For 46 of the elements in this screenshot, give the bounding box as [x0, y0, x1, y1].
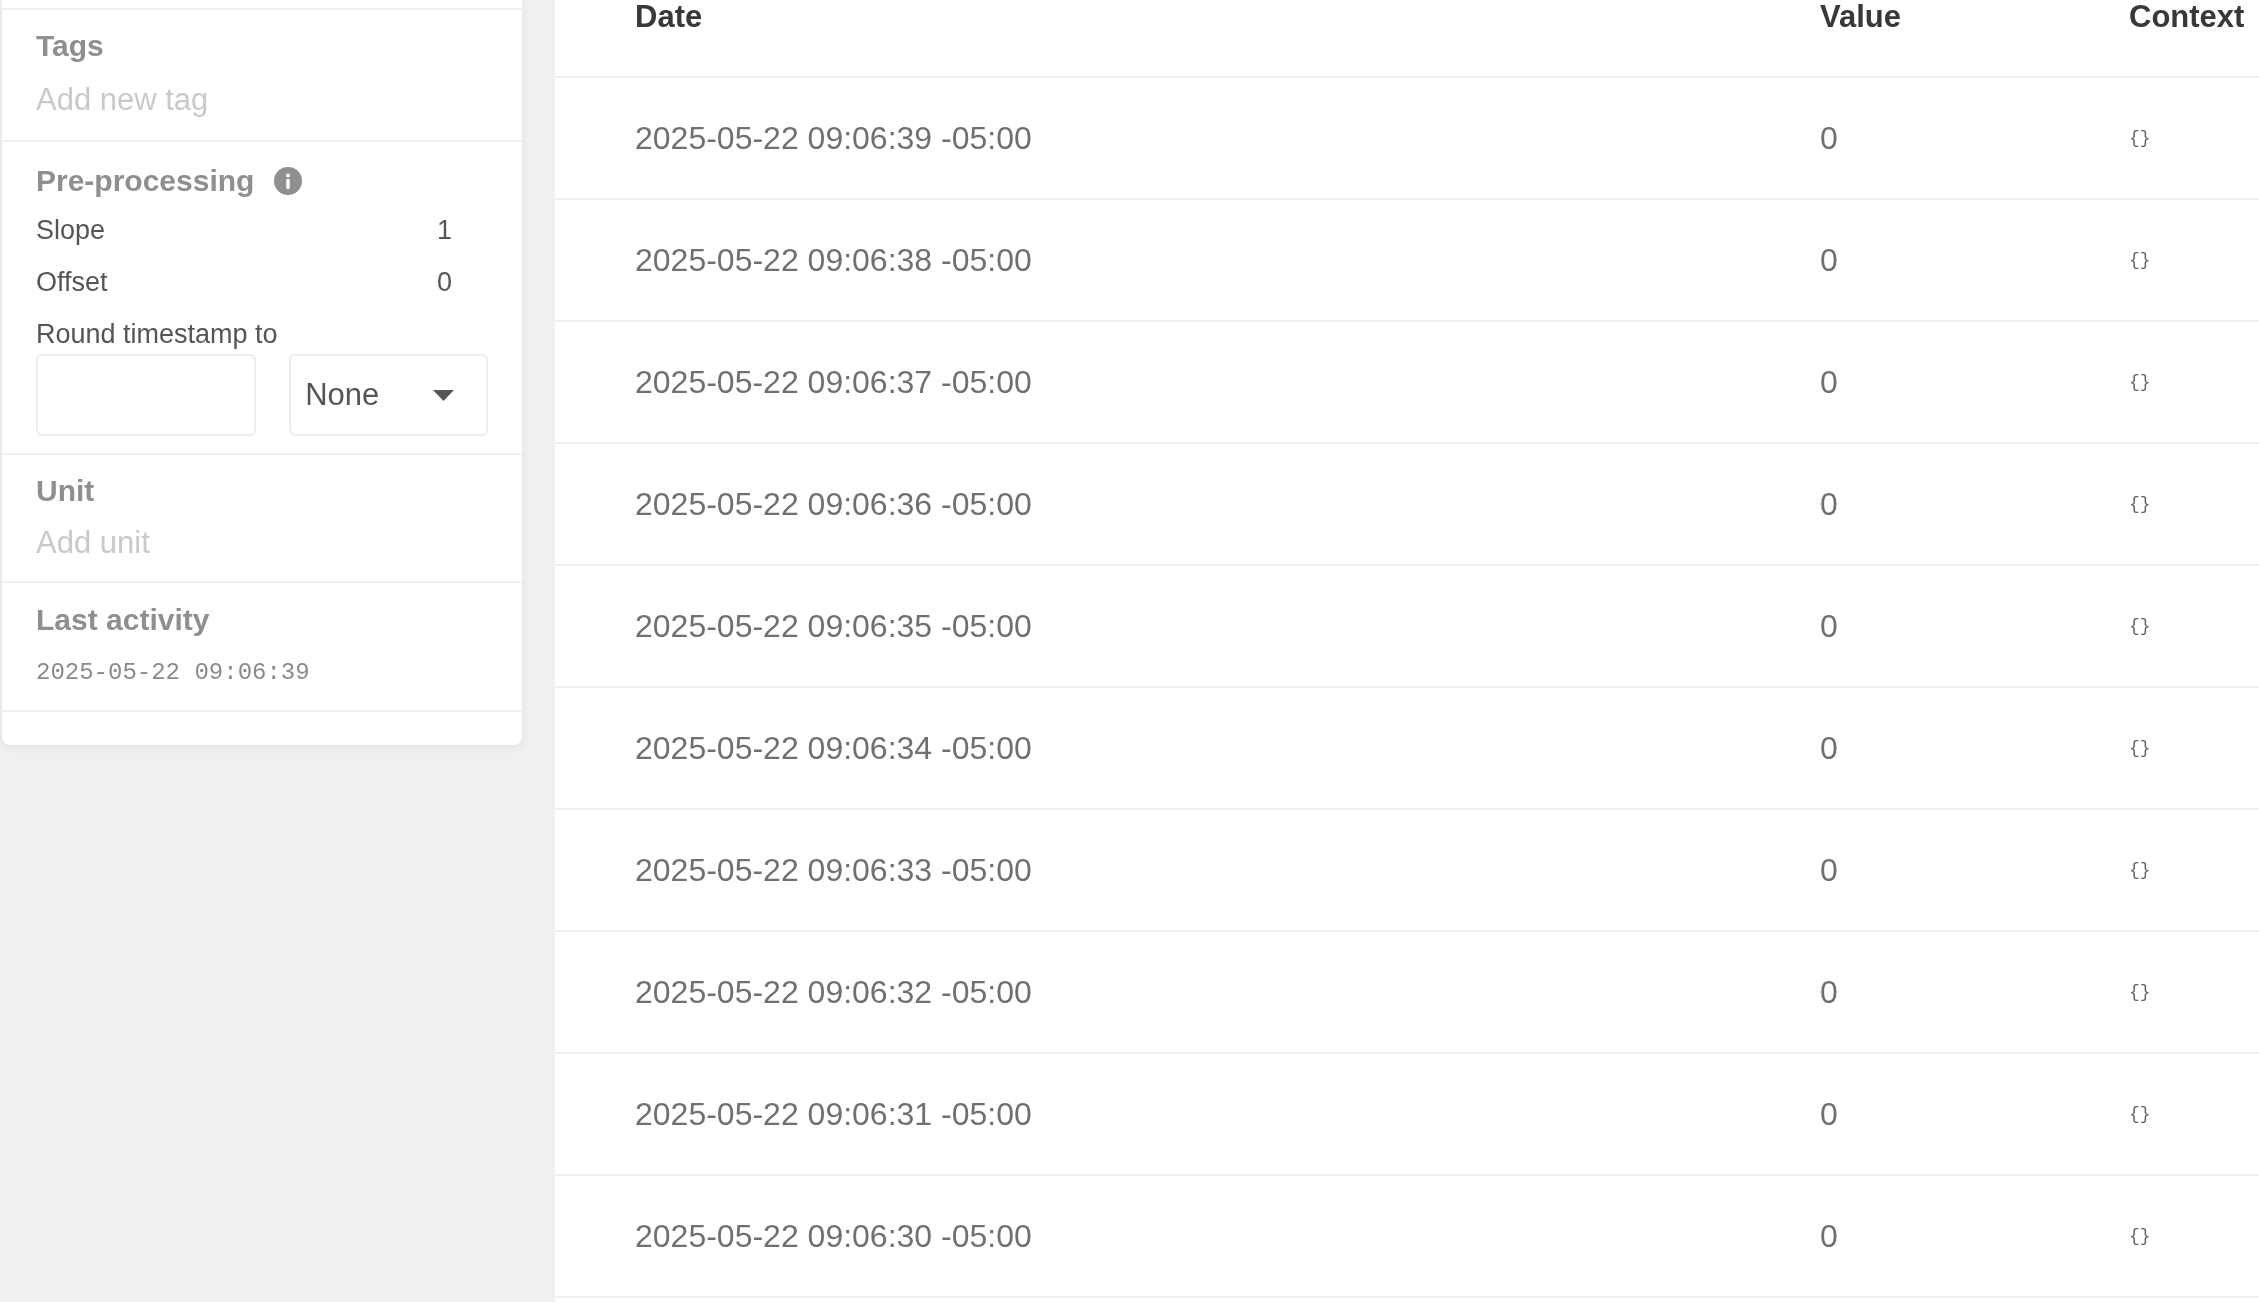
section-heading: Unit [36, 473, 96, 509]
table-cell: 2025-05-22 09:06:33 -05:00 [635, 852, 1032, 888]
info-icon [274, 167, 303, 195]
table-cell: {} [2129, 737, 2151, 758]
column-header: Context [2129, 0, 2245, 34]
table-cell: 0 [1820, 974, 1838, 1010]
table-cell: {} [2129, 1103, 2151, 1124]
param-value[interactable]: 1 [436, 212, 452, 248]
table-cell: 0 [1820, 486, 1838, 522]
table-cell: 0 [1820, 1218, 1838, 1254]
rounding-select[interactable]: None [289, 354, 488, 436]
column-header: Value [1820, 0, 1901, 34]
table-cell: 0 [1820, 608, 1838, 644]
table-cell: 2025-05-22 09:06:30 -05:00 [635, 1218, 1032, 1254]
table-cell: 0 [1820, 852, 1838, 888]
table-cell: 2025-05-22 09:06:32 -05:00 [635, 974, 1032, 1010]
round-timestamp-label: Round timestamp to [36, 318, 279, 351]
table-cell: {} [2129, 493, 2151, 514]
param-value[interactable]: 0 [436, 264, 452, 300]
table-cell: 2025-05-22 09:06:35 -05:00 [635, 608, 1032, 644]
section-heading: Tags [36, 28, 105, 64]
table-cell: 2025-05-22 09:06:38 -05:00 [635, 242, 1032, 278]
table-cell: {} [2129, 615, 2151, 636]
caret-icon [433, 389, 454, 401]
section-heading: Pre-processing [36, 163, 255, 199]
table-cell: {} [2129, 1225, 2151, 1246]
table-cell: 2025-05-22 09:06:34 -05:00 [635, 730, 1032, 766]
table-cell: 2025-05-22 09:06:31 -05:00 [635, 1096, 1032, 1132]
table-cell: 0 [1820, 1096, 1838, 1132]
table-cell: {} [2129, 371, 2151, 392]
table-cell: 0 [1820, 120, 1838, 156]
param-label: Offset [36, 266, 108, 299]
table-cell: 2025-05-22 09:06:37 -05:00 [635, 364, 1032, 400]
table-cell: 0 [1820, 364, 1838, 400]
column-header: Date [635, 0, 703, 34]
table-cell: {} [2129, 127, 2151, 148]
table-cell: 2025-05-22 09:06:39 -05:00 [635, 120, 1032, 156]
table-cell: {} [2129, 249, 2151, 270]
table-cell: {} [2129, 981, 2151, 1002]
timestamp-text: 2025-05-22 09:06:39 [36, 658, 310, 688]
section-heading: Last activity [36, 602, 210, 638]
table-cell: 2025-05-22 09:06:36 -05:00 [635, 486, 1032, 522]
param-label: Slope [36, 214, 106, 247]
table-cell: 0 [1820, 242, 1838, 278]
table-cell: 0 [1820, 730, 1838, 766]
table-cell: {} [2129, 859, 2151, 880]
